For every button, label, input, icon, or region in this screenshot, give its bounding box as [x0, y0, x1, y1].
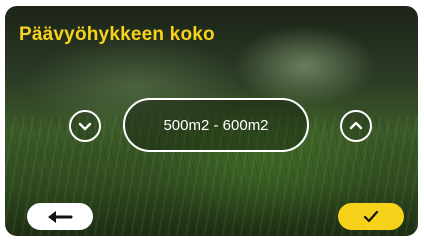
confirm-button[interactable] — [338, 203, 404, 230]
page-title: Päävyöhykkeen koko — [19, 24, 215, 45]
zone-size-value-text: 500m2 - 600m2 — [163, 116, 269, 134]
lawnmower-settings-screen: Päävyöhykkeen koko 500m2 - 600m2 — [5, 6, 418, 236]
checkmark-icon — [363, 210, 379, 222]
zone-size-value: 500m2 - 600m2 — [123, 98, 309, 152]
arrow-left-icon — [48, 210, 73, 223]
chevron-down-icon — [78, 122, 92, 131]
back-button[interactable] — [27, 203, 93, 230]
decrease-button[interactable] — [69, 110, 101, 142]
chevron-up-icon — [349, 121, 363, 130]
increase-button[interactable] — [340, 110, 372, 142]
